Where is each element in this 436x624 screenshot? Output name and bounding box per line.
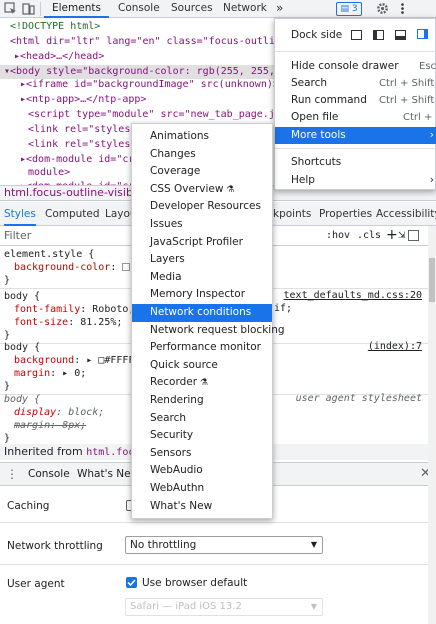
sidebar-toggle-icon[interactable]: [408, 230, 419, 241]
submenu-item-quick-source[interactable]: Quick source: [132, 357, 272, 375]
gear-icon[interactable]: [376, 2, 389, 15]
tab-accessibility[interactable]: Accessibility: [376, 202, 436, 226]
menu-separator: [275, 148, 436, 149]
element-state-icon[interactable]: ⇲: [398, 226, 406, 246]
tab-elements[interactable]: Elements: [44, 0, 109, 18]
submenu-item-layers[interactable]: Layers: [132, 251, 272, 269]
submenu-item-javascript-profiler[interactable]: JavaScript Profiler: [132, 234, 272, 252]
customize-menu: Dock side Hide console drawer Esc Search C…: [274, 18, 436, 190]
scrollbar-thumb[interactable]: [429, 258, 435, 302]
chevron-right-icon: ›: [429, 129, 434, 141]
submenu-item-rendering[interactable]: Rendering: [132, 392, 272, 410]
dom-node[interactable]: <!DOCTYPE html>: [0, 20, 300, 34]
issues-count: 3: [351, 4, 358, 14]
tab-properties[interactable]: Properties: [319, 202, 372, 226]
tab-console[interactable]: Console: [110, 0, 168, 18]
toolbar-divider: [40, 2, 41, 16]
submenu-item-network-conditions[interactable]: Network conditions: [132, 304, 272, 322]
dom-node[interactable]: <html dir="ltr" lang="en" class="focus-o…: [0, 35, 300, 49]
tab-computed[interactable]: Computed: [45, 202, 100, 226]
dock-bottom-icon[interactable]: [395, 30, 406, 40]
menu-item-hide-console-drawer[interactable]: Hide console drawer Esc: [275, 58, 436, 75]
menu-item-shortcuts[interactable]: Shortcuts: [275, 154, 436, 171]
dom-node[interactable]: <script type="module" src="new_tab_page.…: [0, 108, 300, 122]
menu-item-search[interactable]: SearchCtrl + Shift + F: [275, 75, 436, 92]
submenu-item-webauthn[interactable]: WebAuthn: [132, 480, 272, 498]
chevron-down-icon: ▼: [310, 602, 317, 611]
rule-source-link[interactable]: (index):7: [368, 341, 422, 352]
menu-item-help[interactable]: Help ›: [275, 172, 436, 189]
submenu-item-changes[interactable]: Changes: [132, 146, 272, 164]
tab-network[interactable]: Network: [215, 0, 275, 18]
device-toggle-icon[interactable]: [22, 2, 35, 15]
breadcrumb-item-html[interactable]: html.focus-outline-visible: [4, 186, 143, 199]
submenu-item-coverage[interactable]: Coverage: [132, 163, 272, 181]
class-toggle[interactable]: .cls: [357, 226, 381, 246]
tab-breakpoints[interactable]: kpoints: [273, 202, 311, 226]
submenu-item-developer-resources[interactable]: Developer Resources: [132, 198, 272, 216]
section-divider: [0, 564, 428, 565]
menu-item-run-command[interactable]: Run commandCtrl + Shift + P: [275, 92, 436, 109]
dom-node-selected[interactable]: ▾<body style="background-color: rgb(255,…: [0, 65, 300, 79]
tab-styles[interactable]: Styles: [4, 202, 36, 226]
inspect-icon[interactable]: [4, 2, 17, 15]
dock-right-icon[interactable]: [417, 29, 428, 39]
section-divider: [0, 522, 428, 523]
drawer-menu-icon[interactable]: ⋮: [6, 467, 18, 481]
submenu-item-animations[interactable]: Animations: [132, 128, 272, 146]
dom-node[interactable]: ▸<iframe id="backgroundImage" src(unknow…: [0, 78, 300, 92]
submenu-item-recorder[interactable]: Recorder ⚗: [132, 374, 272, 392]
checkmark-icon: [127, 579, 136, 587]
undock-icon[interactable]: [351, 30, 362, 40]
tab-whats-new[interactable]: What's New: [77, 468, 139, 480]
submenu-item-memory-inspector[interactable]: Memory Inspector: [132, 286, 272, 304]
tab-drawer-console[interactable]: Console: [28, 468, 70, 480]
new-rule-button[interactable]: +: [386, 225, 398, 245]
submenu-item-issues[interactable]: Issues: [132, 216, 272, 234]
submenu-item-webaudio[interactable]: WebAudio: [132, 462, 272, 480]
use-default-ua-label: Use browser default: [142, 577, 248, 589]
tab-sources[interactable]: Sources: [163, 0, 221, 18]
throttling-label: Network throttling: [7, 540, 103, 552]
menu-item-open-file[interactable]: Open fileCtrl + P: [275, 109, 436, 126]
menu-item-more-tools[interactable]: More tools ›: [275, 127, 436, 144]
experiment-flask-icon: ⚗: [197, 378, 208, 389]
devtools-toolbar: Elements Console Sources Network » ▤ 3: [0, 0, 436, 18]
user-agent-select[interactable]: Safari — iPad iOS 13.2 ▼: [125, 598, 323, 616]
submenu-item-performance-monitor[interactable]: Performance monitor: [132, 339, 272, 357]
chevron-right-icon: ›: [429, 174, 434, 186]
chevron-down-icon: ▼: [310, 540, 317, 549]
issues-icon: ▤: [340, 4, 349, 14]
use-default-ua-checkbox[interactable]: [126, 577, 137, 588]
more-tools-submenu: Animations Changes Coverage CSS Overview ⚗ D…: [131, 123, 285, 519]
user-agent-label: User agent: [7, 578, 65, 590]
menu-separator: [275, 51, 436, 52]
submenu-item-sensors[interactable]: Sensors: [132, 445, 272, 463]
dom-node[interactable]: ▸<ntp-app>…</ntp-app>: [0, 93, 300, 107]
dock-left-icon[interactable]: [373, 30, 384, 40]
more-tabs-button[interactable]: »: [268, 0, 291, 18]
submenu-item-what-s-new[interactable]: What's New: [132, 498, 272, 516]
experiment-flask-icon: ⚗: [223, 184, 235, 195]
kebab-menu-icon[interactable]: [396, 2, 409, 15]
issues-badge[interactable]: ▤ 3: [336, 2, 362, 16]
submenu-item-search[interactable]: Search: [132, 410, 272, 428]
hover-state-toggle[interactable]: :hov: [326, 226, 350, 246]
submenu-item-css-overview[interactable]: CSS Overview ⚗: [132, 181, 272, 199]
filter-input[interactable]: Filter: [4, 226, 31, 246]
submenu-item-security[interactable]: Security: [132, 427, 272, 445]
dom-node[interactable]: ▸<head>…</head>: [0, 50, 300, 64]
submenu-item-network-request-blocking[interactable]: Network request blocking: [132, 322, 285, 340]
dock-side-label: Dock side: [291, 29, 343, 41]
submenu-item-media[interactable]: Media: [132, 269, 272, 287]
caching-label: Caching: [7, 500, 50, 512]
rule-source-label: user agent stylesheet: [295, 393, 422, 404]
rule-value-tail: if;: [274, 303, 293, 314]
throttling-select[interactable]: No throttling ▼: [125, 536, 323, 554]
rule-source-link[interactable]: text_defaults_md.css:20: [284, 290, 422, 301]
